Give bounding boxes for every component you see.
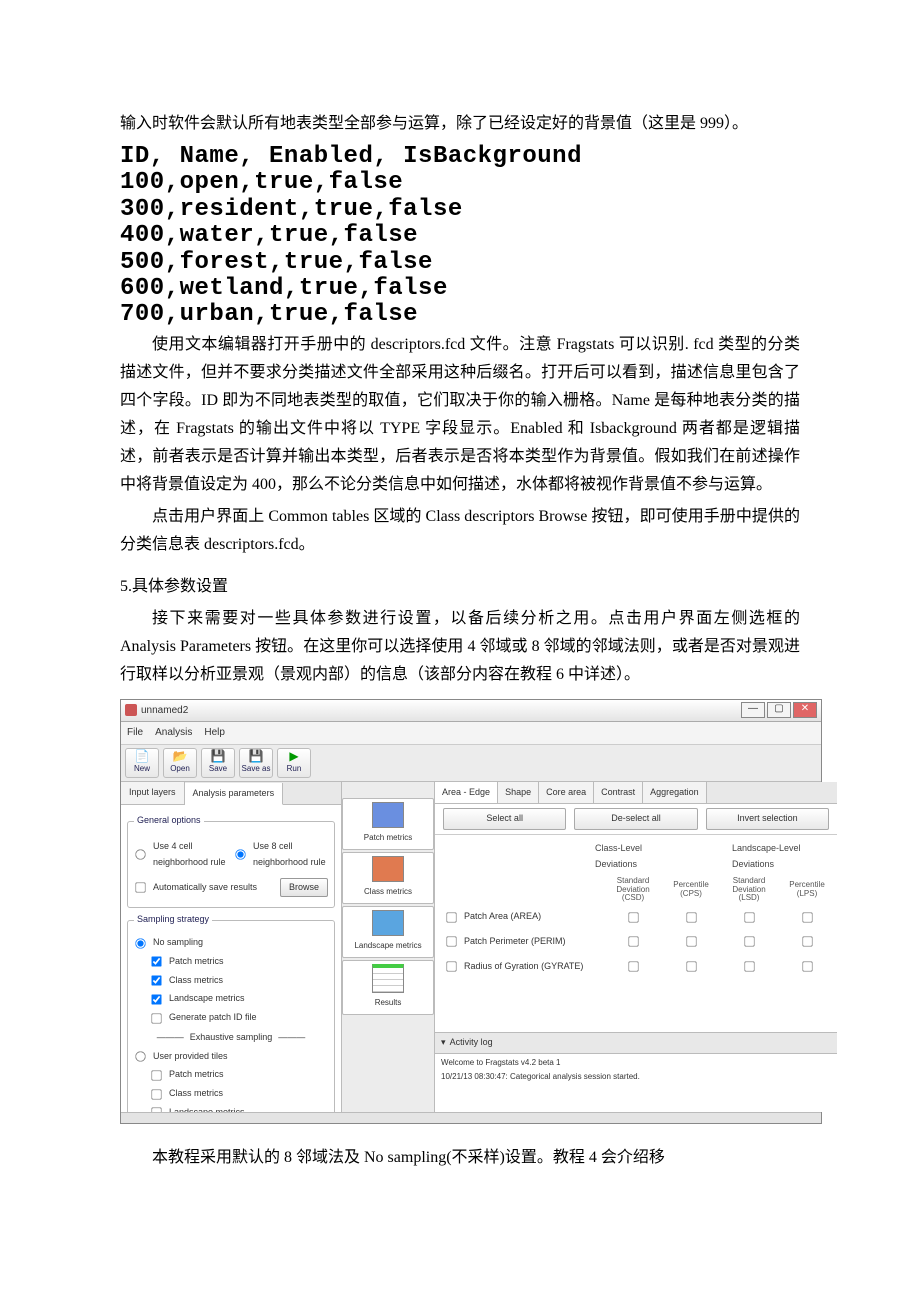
- label-exhaustive: ——— Exhaustive sampling ———: [134, 1030, 328, 1046]
- log-line-2: 10/21/13 08:30:47: Categorical analysis …: [441, 1070, 831, 1084]
- card-landscape-metrics[interactable]: Landscape metrics: [342, 906, 434, 958]
- swatch-results: [372, 964, 404, 993]
- chk-metric-perim[interactable]: Patch Perimeter (PERIM): [445, 934, 595, 950]
- swatch-landscape: [372, 910, 404, 936]
- invert-selection-button[interactable]: Invert selection: [706, 808, 829, 830]
- deselect-all-button[interactable]: De-select all: [574, 808, 697, 830]
- app-icon: [125, 704, 137, 716]
- paragraph-1: 使用文本编辑器打开手册中的 descriptors.fcd 文件。注意 Frag…: [120, 331, 800, 499]
- intro-paragraph: 输入时软件会默认所有地表类型全部参与运算，除了已经设定好的背景值（这里是 999…: [120, 110, 800, 138]
- metric-tab-shape[interactable]: Shape: [498, 782, 539, 804]
- chk-gyrate-cps[interactable]: [686, 961, 696, 971]
- tail-paragraph: 本教程采用默认的 8 邻域法及 No sampling(不采样)设置。教程 4 …: [120, 1144, 800, 1172]
- chk-metric-gyrate[interactable]: Radius of Gyration (GYRATE): [445, 959, 595, 975]
- browse-button[interactable]: Browse: [280, 878, 328, 898]
- metric-tab-contrast[interactable]: Contrast: [594, 782, 643, 804]
- select-all-button[interactable]: Select all: [443, 808, 566, 830]
- legend-sampling: Sampling strategy: [134, 912, 212, 928]
- chk-metric-area[interactable]: Patch Area (AREA): [445, 909, 595, 925]
- swatch-class: [372, 856, 404, 882]
- metric-tab-core-area[interactable]: Core area: [539, 782, 594, 804]
- menu-file[interactable]: File: [127, 724, 143, 742]
- chk-class-metrics-2[interactable]: Class metrics: [150, 1086, 328, 1102]
- paragraph-2: 点击用户界面上 Common tables 区域的 Class descript…: [120, 503, 800, 559]
- chk-area-lsd[interactable]: [744, 912, 754, 922]
- card-class-metrics[interactable]: Class metrics: [342, 852, 434, 904]
- toolbar-run[interactable]: ▶Run: [277, 748, 311, 778]
- log-line-1: Welcome to Fragstats v4.2 beta 1: [441, 1056, 831, 1070]
- card-patch-metrics[interactable]: Patch metrics: [342, 798, 434, 850]
- head-lsd: Standard Deviation (LSD): [729, 877, 769, 903]
- toolbar-save[interactable]: 💾Save: [201, 748, 235, 778]
- section-title-5: 5.具体参数设置: [120, 573, 800, 601]
- chk-area-cps[interactable]: [686, 912, 696, 922]
- chk-perim-cps[interactable]: [686, 937, 696, 947]
- chk-perim-csd[interactable]: [628, 937, 638, 947]
- chk-gyrate-csd[interactable]: [628, 961, 638, 971]
- chk-area-csd[interactable]: [628, 912, 638, 922]
- close-button[interactable]: ✕: [793, 702, 817, 718]
- tab-input-layers[interactable]: Input layers: [121, 782, 185, 805]
- chk-area-lps[interactable]: [802, 912, 812, 922]
- toolbar-open[interactable]: 📂Open: [163, 748, 197, 778]
- metric-tab-area-edge[interactable]: Area - Edge: [435, 782, 498, 804]
- minimize-button[interactable]: —: [741, 702, 765, 718]
- status-bar: [121, 1112, 821, 1123]
- radio-4cell[interactable]: Use 4 cell neighborhood rule: [134, 839, 228, 871]
- chk-perim-lps[interactable]: [802, 937, 812, 947]
- window-titlebar: unnamed2 — ▢ ✕: [121, 700, 821, 723]
- chk-landscape-metrics-2[interactable]: Landscape metrics: [150, 1105, 328, 1112]
- maximize-button[interactable]: ▢: [767, 702, 791, 718]
- legend-general: General options: [134, 813, 204, 829]
- chk-landscape-metrics-1[interactable]: Landscape metrics: [150, 991, 328, 1007]
- head-lps: Percentile (LPS): [787, 881, 827, 899]
- toolbar-saveas[interactable]: 💾Save as: [239, 748, 273, 778]
- chk-generate-patch-id[interactable]: Generate patch ID file: [150, 1010, 328, 1026]
- paragraph-3: 接下来需要对一些具体参数进行设置，以备后续分析之用。点击用户界面左侧选框的 An…: [120, 605, 800, 689]
- radio-no-sampling[interactable]: No sampling: [134, 935, 328, 951]
- window-title: unnamed2: [141, 702, 188, 720]
- head-cps: Percentile (CPS): [671, 881, 711, 899]
- group-sampling-strategy: Sampling strategy No sampling Patch metr…: [127, 912, 335, 1111]
- checkbox-autosave[interactable]: Automatically save results: [134, 880, 257, 896]
- activity-log-body: Welcome to Fragstats v4.2 beta 1 10/21/1…: [435, 1054, 837, 1112]
- card-results[interactable]: Results: [342, 960, 434, 1015]
- swatch-patch: [372, 802, 404, 828]
- chk-patch-metrics-1[interactable]: Patch metrics: [150, 954, 328, 970]
- label-activity-log: Activity log: [450, 1035, 493, 1051]
- chk-patch-metrics-2[interactable]: Patch metrics: [150, 1067, 328, 1083]
- head-csd: Standard Deviation (CSD): [613, 877, 653, 903]
- label-landscape-dev: Landscape-Level Deviations: [732, 841, 827, 873]
- radio-user-tiles[interactable]: User provided tiles: [134, 1049, 328, 1065]
- label-class-dev: Class-Level Deviations: [595, 841, 672, 873]
- tab-analysis-parameters[interactable]: Analysis parameters: [185, 783, 284, 806]
- metric-tab-aggregation[interactable]: Aggregation: [643, 782, 707, 804]
- toolbar-new[interactable]: 📄New: [125, 748, 159, 778]
- chevron-down-icon[interactable]: ▾: [441, 1035, 446, 1051]
- menu-help[interactable]: Help: [204, 724, 225, 742]
- chk-perim-lsd[interactable]: [744, 937, 754, 947]
- radio-8cell[interactable]: Use 8 cell neighborhood rule: [234, 839, 328, 871]
- group-general-options: General options Use 4 cell neighborhood …: [127, 813, 335, 908]
- menu-analysis[interactable]: Analysis: [155, 724, 192, 742]
- descriptor-codeblock: ID, Name, Enabled, IsBackground 100,open…: [120, 144, 800, 329]
- chk-gyrate-lps[interactable]: [802, 961, 812, 971]
- chk-class-metrics-1[interactable]: Class metrics: [150, 973, 328, 989]
- chk-gyrate-lsd[interactable]: [744, 961, 754, 971]
- fragstats-screenshot: unnamed2 — ▢ ✕ File Analysis Help 📄New 📂…: [120, 699, 822, 1124]
